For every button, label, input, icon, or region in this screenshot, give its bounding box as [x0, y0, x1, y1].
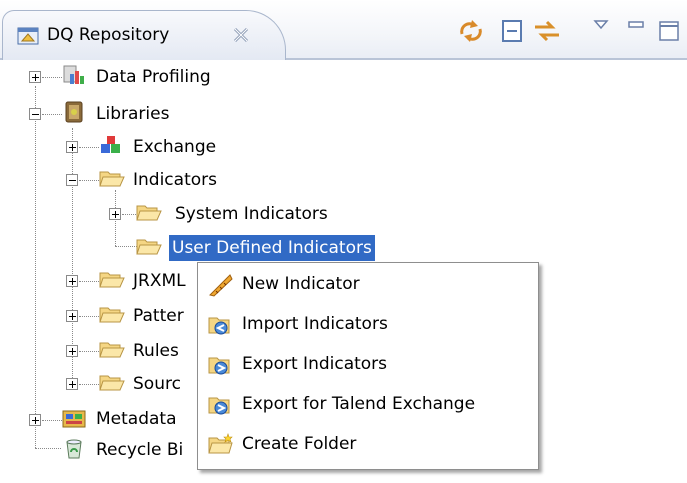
tree-label: Metadata — [96, 409, 177, 429]
tree-label: Indicators — [133, 170, 217, 190]
folder-open-icon — [99, 171, 125, 187]
new-indicator-icon — [209, 274, 233, 297]
tab-label: DQ Repository — [47, 25, 170, 45]
menu-item-label: Export for Talend Exchange — [242, 394, 476, 414]
close-icon[interactable] — [231, 25, 251, 45]
export-icon — [208, 357, 230, 375]
data-profiling-icon — [63, 65, 84, 84]
collapse-toggle[interactable] — [66, 174, 78, 186]
view-header: DQ Repository — [0, 0, 687, 60]
expand-toggle[interactable] — [66, 310, 78, 322]
menu-item-label: Export Indicators — [242, 354, 388, 374]
tree-label: Libraries — [96, 104, 170, 124]
expand-toggle[interactable] — [66, 378, 78, 390]
create-folder-icon — [208, 433, 233, 454]
expand-toggle[interactable] — [29, 71, 41, 83]
menu-item-create-folder[interactable]: Create Folder — [202, 428, 534, 462]
tree-guide — [79, 384, 99, 385]
tree-label: Rules — [133, 341, 179, 361]
export-exchange-icon — [208, 397, 230, 415]
tree-label: System Indicators — [175, 204, 328, 224]
tree-guide — [35, 448, 61, 449]
metadata-icon — [62, 410, 86, 428]
folder-open-icon — [99, 307, 125, 323]
import-icon — [208, 317, 230, 335]
menu-item-label: Create Folder — [242, 434, 357, 454]
tree-label: Patter — [133, 306, 184, 326]
maximize-icon[interactable] — [656, 18, 684, 44]
folder-open-icon — [99, 342, 125, 358]
tree-guide — [79, 147, 99, 148]
folder-open-icon — [136, 239, 162, 255]
minimize-icon[interactable] — [626, 18, 648, 44]
tree-guide — [42, 114, 62, 115]
folder-open-icon — [99, 375, 125, 391]
recycle-bin-icon — [66, 439, 82, 459]
expand-toggle[interactable] — [66, 141, 78, 153]
expand-toggle[interactable] — [66, 275, 78, 287]
libraries-icon — [65, 101, 83, 123]
tree-guide — [42, 420, 62, 421]
tree-label: JRXML — [133, 271, 186, 291]
repository-icon — [17, 27, 39, 45]
tree-label: Sourc — [133, 374, 181, 394]
tree-label: Recycle Bi — [96, 440, 184, 460]
collapse-all-icon[interactable] — [498, 18, 528, 44]
menu-item-new-indicator[interactable]: New Indicator — [202, 268, 534, 302]
collapse-toggle[interactable] — [29, 108, 41, 120]
expand-toggle[interactable] — [66, 345, 78, 357]
expand-toggle[interactable] — [29, 414, 41, 426]
context-menu: New Indicator Import Indicators Export I… — [197, 262, 539, 470]
tree-guide — [42, 77, 62, 78]
tree-label: Exchange — [133, 137, 217, 157]
expand-toggle[interactable] — [109, 208, 121, 220]
link-with-editor-icon[interactable] — [532, 18, 562, 44]
menu-item-import-indicators[interactable]: Import Indicators — [202, 308, 534, 342]
view-menu-icon[interactable] — [592, 18, 612, 44]
exchange-icon — [101, 136, 120, 153]
folder-open-icon — [136, 205, 162, 221]
menu-item-export-indicators[interactable]: Export Indicators — [202, 348, 534, 382]
tree-guide — [79, 351, 99, 352]
menu-item-export-for-talend-exchange[interactable]: Export for Talend Exchange — [202, 388, 534, 422]
tree-guide — [122, 214, 136, 215]
menu-item-label: Import Indicators — [242, 314, 388, 334]
tree-guide — [79, 281, 99, 282]
tree-label-selected: User Defined Indicators — [169, 235, 375, 261]
tree-guide — [35, 86, 36, 420]
tree-guide — [79, 316, 99, 317]
tree-guide — [115, 246, 137, 247]
menu-item-label: New Indicator — [242, 274, 360, 294]
refresh-icon[interactable] — [456, 18, 486, 44]
tree-label: Data Profiling — [96, 67, 211, 87]
folder-open-icon — [99, 272, 125, 288]
tab-dq-repository[interactable]: DQ Repository — [2, 10, 286, 60]
tree-guide — [79, 180, 99, 181]
